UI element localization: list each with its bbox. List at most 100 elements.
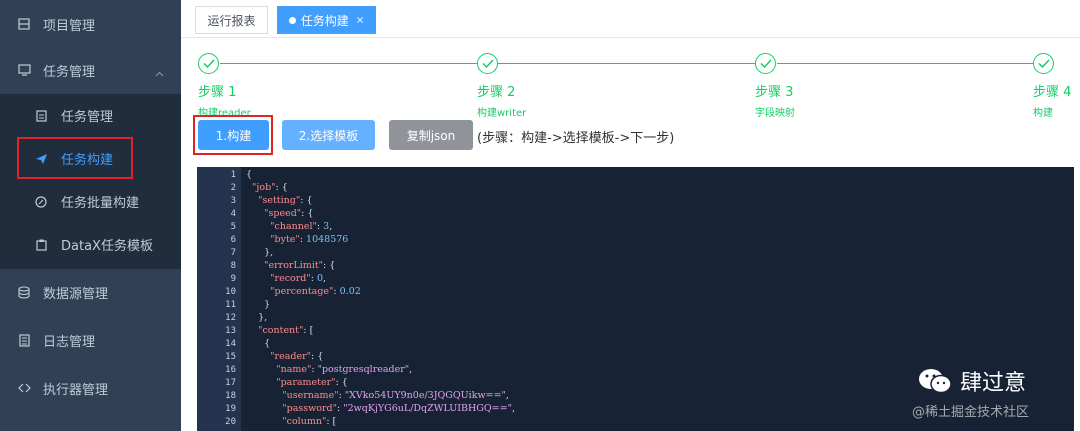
step-hint-text: (步骤：构建->选择模板->下一步) [477,131,675,146]
line-number: 19 [225,404,236,414]
code-line: } [246,299,271,310]
line-number: 18 [225,391,236,401]
sidebar-item-label: 日志管理 [43,334,96,350]
step-2-desc: 构建writer [477,108,527,119]
step-2-check-icon [477,53,498,74]
sidebar-item-label: 执行器管理 [43,382,109,398]
active-dot-icon [288,16,296,24]
line-number-gutter: 1 2 3 4 5 6 7 8 9 10 11 12 13 14 15 16 1… [197,167,241,431]
step-connector-3 [777,63,1033,64]
line-number: 20 [225,417,236,427]
close-icon[interactable]: × [356,15,364,26]
step-4-title: 步骤 4 [1033,85,1072,100]
sidebar-item-project[interactable]: 项目管理 [0,0,181,48]
code-line: "setting": { [258,195,313,206]
line-number: 15 [225,352,236,362]
wechat-icon [918,367,952,395]
submenu-item-label: DataX任务模板 [61,239,153,254]
sidebar-item-label: 数据源管理 [43,286,109,302]
code-line: "job": { [252,182,288,193]
app-root: 项目管理 任务管理 任务管理 任务构建 任务批量构建 DataX任务模板 数据源… [0,0,1080,431]
code-line: { [246,169,253,180]
line-number: 11 [225,300,236,310]
select-template-button[interactable]: 2.选择模板 [282,120,375,150]
submenu-item-task-management[interactable]: 任务管理 [0,94,181,137]
submenu-item-label: 任务管理 [61,110,114,125]
line-number: 7 [230,248,236,258]
tab-label: 运行报表 [207,13,256,28]
build-button[interactable]: 1.构建 [198,120,269,150]
code-line: "password": "2wqKjYG6uL/DqZWLUIBHGQ==", [282,403,515,414]
line-number: 5 [230,222,236,232]
sidebar: 项目管理 任务管理 任务管理 任务构建 任务批量构建 DataX任务模板 数据源… [0,0,181,431]
tab-run-report[interactable]: 运行报表 [195,6,268,34]
line-number: 10 [225,287,236,297]
code-line: "column": [ [282,416,337,427]
tab-bar: 运行报表 任务构建 × [181,0,1080,38]
code-line: { [246,338,271,349]
sidebar-item-log[interactable]: 日志管理 [0,316,181,364]
sidebar-item-executor[interactable]: 执行器管理 [0,364,181,412]
code-line: "speed": { [264,208,314,219]
step-3-check-icon [755,53,776,74]
code-line: "username": "XVko54UY9n0e/3JQGQUikw==", [282,390,509,401]
line-number: 12 [225,313,236,323]
line-number: 1 [230,170,236,180]
watermark-author: 肆过意 [918,365,1026,397]
line-number: 14 [225,339,236,349]
sidebar-item-task-management[interactable]: 任务管理 [0,46,181,94]
sidebar-item-datasource[interactable]: 数据源管理 [0,268,181,316]
project-icon [17,17,31,31]
batch-icon [34,195,48,209]
step-1-title: 步骤 1 [198,85,237,100]
code-line: }, [246,312,268,323]
watermark-name: 肆过意 [960,371,1027,396]
copy-json-button[interactable]: 复制json [389,120,473,150]
tab-task-build[interactable]: 任务构建 × [277,6,376,34]
line-number: 16 [225,365,236,375]
code-line: "percentage": 0.02 [270,286,361,297]
line-number: 4 [230,209,236,219]
step-connector-2 [498,63,755,64]
code-line: "content": [ [258,325,314,336]
document-icon [17,333,31,347]
code-line: }, [246,247,274,258]
submenu-item-label: 任务批量构建 [61,196,140,211]
line-number: 17 [225,378,236,388]
template-icon [34,238,48,252]
step-2-title: 步骤 2 [477,85,516,100]
code-line: "name": "postgresqlreader", [276,364,413,375]
database-icon [17,285,31,299]
step-1-check-icon [198,53,219,74]
code-line: "errorLimit": { [264,260,336,271]
line-number: 8 [230,261,236,271]
step-4-check-icon [1033,53,1054,74]
code-line: "record": 0, [270,273,327,284]
task-list-icon [34,109,48,123]
line-number: 2 [230,183,236,193]
chevron-up-icon [155,66,164,81]
submenu-item-datax-template[interactable]: DataX任务模板 [0,223,181,266]
line-number: 3 [230,196,236,206]
line-number: 9 [230,274,236,284]
step-4-desc: 构建 [1033,108,1053,119]
highlight-box-task-build [17,137,133,179]
watermark-site: @稀土掘金技术社区 [912,405,1030,420]
code-line: "reader": { [270,351,324,362]
step-connector-1 [220,63,477,64]
sidebar-item-label: 任务管理 [43,64,96,80]
line-number: 6 [230,235,236,245]
code-line: "channel": 3, [270,221,333,232]
submenu: 任务管理 任务构建 任务批量构建 DataX任务模板 [0,94,181,269]
sidebar-item-label: 项目管理 [43,18,96,34]
submenu-item-batch-build[interactable]: 任务批量构建 [0,180,181,223]
json-editor[interactable]: 1 2 3 4 5 6 7 8 9 10 11 12 13 14 15 16 1… [197,167,1074,431]
monitor-icon [17,63,31,77]
step-3-desc: 字段映射 [755,108,795,119]
line-number: 13 [225,326,236,336]
tab-label: 任务构建 [300,13,349,28]
code-line: "parameter": { [276,377,348,388]
code-line: "byte": 1048576 [270,234,349,245]
step-3-title: 步骤 3 [755,85,794,100]
executor-icon [17,381,31,395]
